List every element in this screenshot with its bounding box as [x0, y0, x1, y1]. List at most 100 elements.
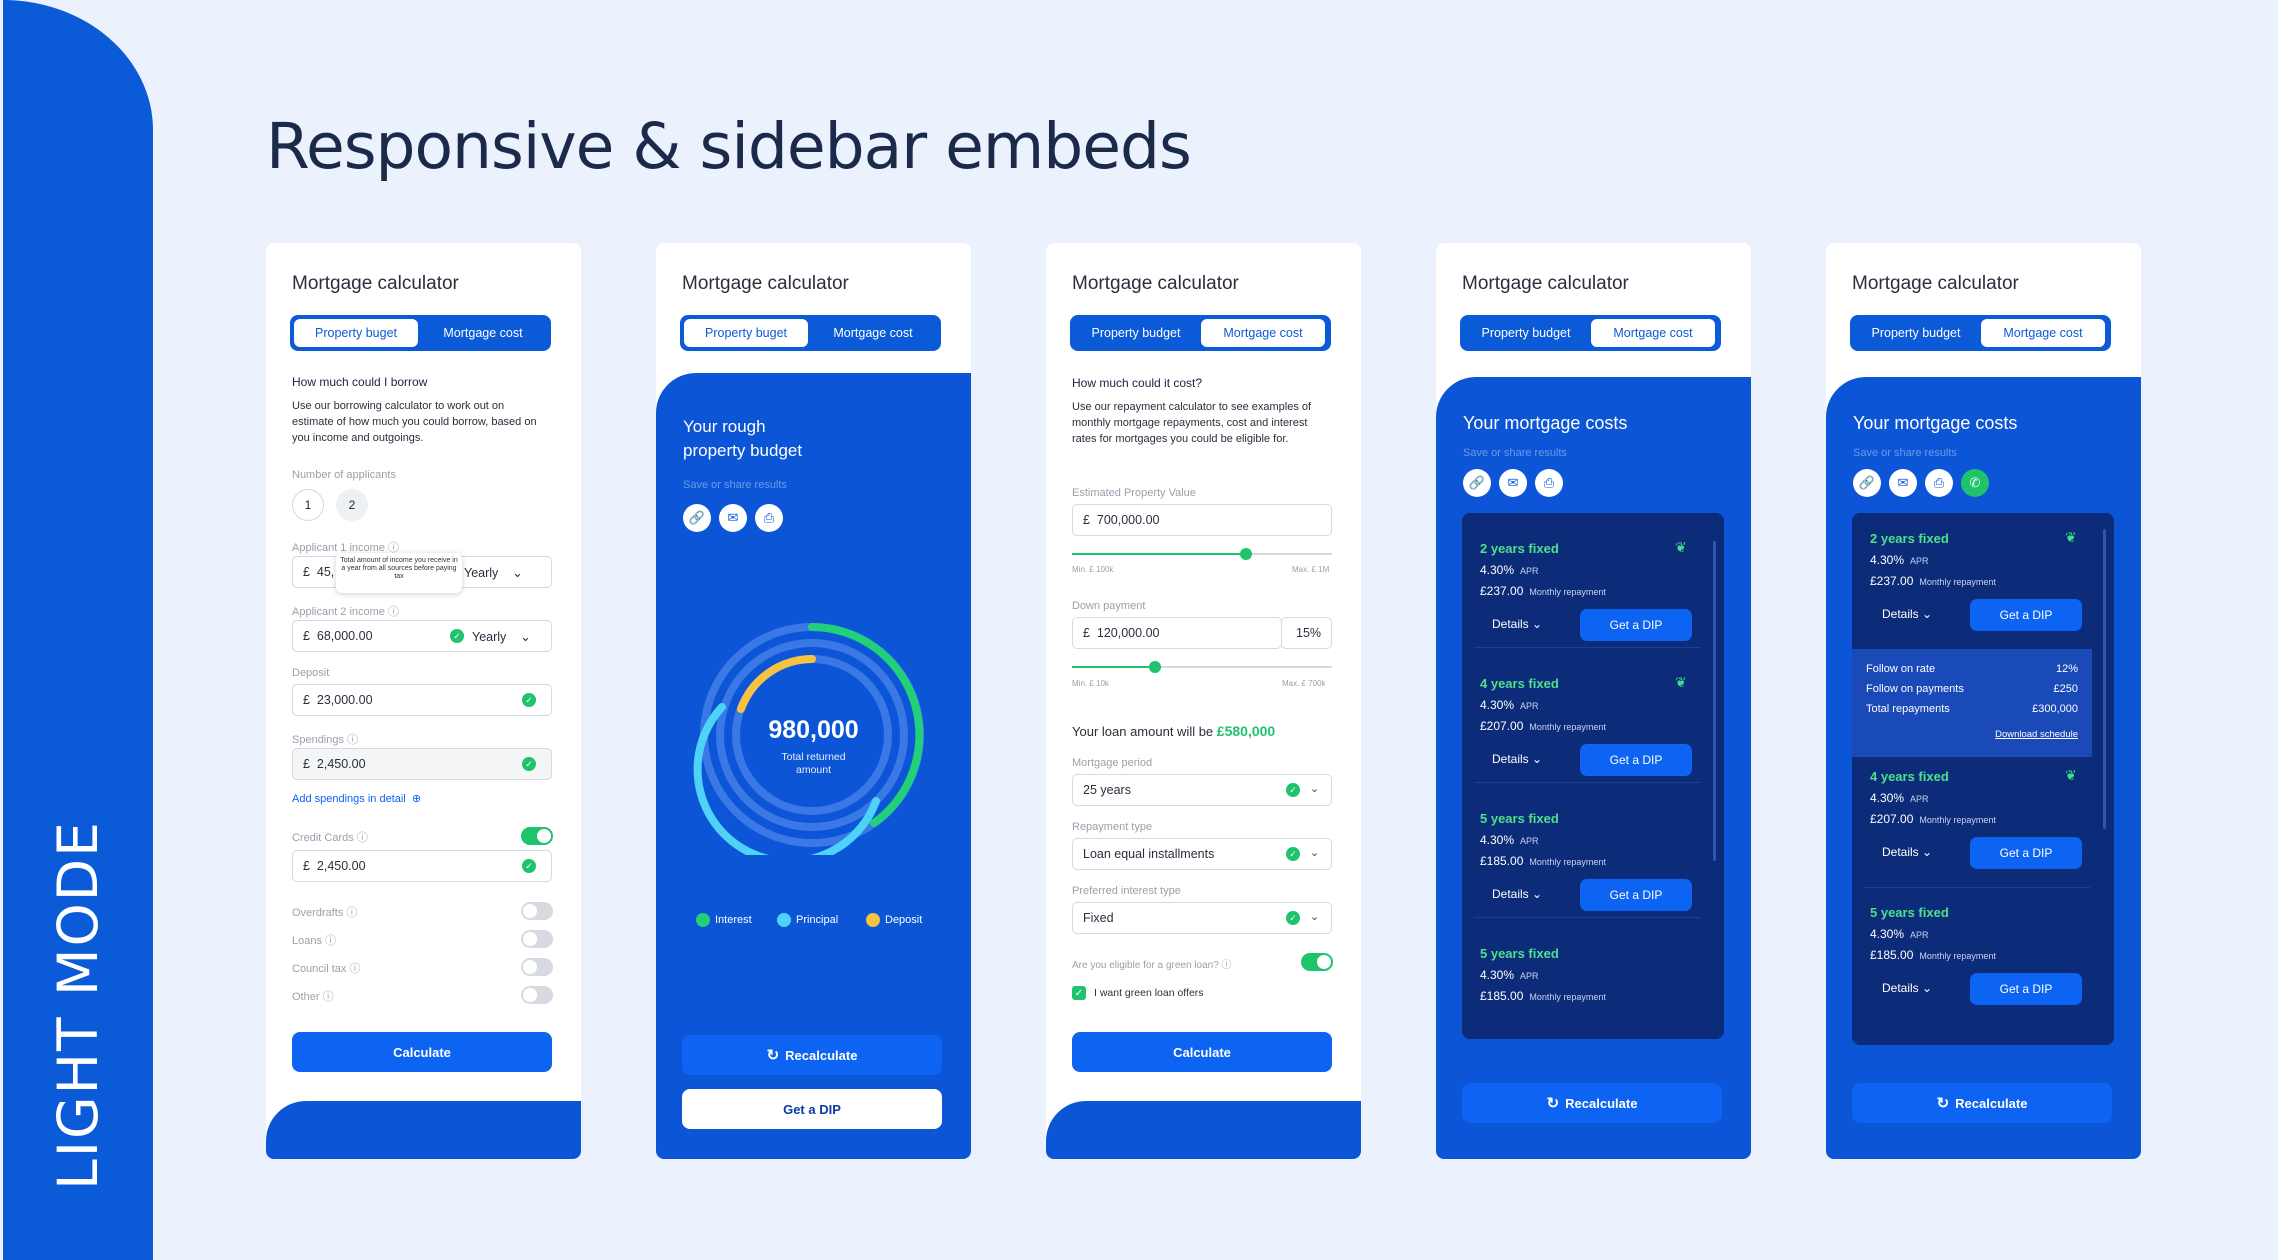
calculator-tabs: Property buget Mortgage cost [680, 315, 941, 351]
currency-symbol: £ [303, 565, 310, 579]
whatsapp-icon[interactable]: ✆ [1961, 469, 1989, 497]
link-icon[interactable]: 🔗 [1463, 469, 1491, 497]
total-repayments-label: Total repayments [1866, 703, 1950, 715]
council-tax-toggle[interactable] [521, 958, 553, 976]
offer-title: 2 years fixed [1870, 531, 1949, 546]
offer-monthly: £207.00 Monthly repayment [1870, 812, 1996, 826]
get-dip-button[interactable]: Get a DIP [1970, 599, 2082, 631]
overdrafts-toggle[interactable] [521, 902, 553, 920]
add-spendings-link[interactable]: Add spendings in detail ⊕ [292, 792, 421, 805]
mail-icon[interactable]: ✉ [719, 504, 747, 532]
recalculate-button[interactable]: ↻ Recalculate [1462, 1083, 1722, 1123]
get-dip-button[interactable]: Get a DIP [1970, 973, 2082, 1005]
tab-property-budget[interactable]: Property budget [1854, 319, 1978, 347]
tab-mortgage-cost[interactable]: Mortgage cost [421, 319, 545, 347]
valid-check-icon: ✓ [522, 757, 536, 771]
tab-mortgage-cost[interactable]: Mortgage cost [1981, 319, 2105, 347]
slider-min-label: Min. £ 10k [1072, 679, 1109, 688]
green-offers-checkbox[interactable]: ✓ [1072, 986, 1086, 1000]
offer-monthly: £237.00 Monthly repayment [1480, 584, 1606, 598]
get-dip-button[interactable]: Get a DIP [1970, 837, 2082, 869]
get-dip-button[interactable]: Get a DIP [1580, 879, 1692, 911]
details-toggle[interactable]: Details ⌄ [1492, 887, 1542, 901]
section-heading: How much could I borrow [292, 375, 428, 389]
tab-mortgage-cost[interactable]: Mortgage cost [811, 319, 935, 347]
recalculate-button[interactable]: ↻ Recalculate [682, 1035, 942, 1075]
offer-apr: 4.30% APR [1480, 698, 1539, 712]
tab-mortgage-cost[interactable]: Mortgage cost [1591, 319, 1715, 347]
calculate-button[interactable]: Calculate [292, 1032, 552, 1072]
offer-apr: 4.30% APR [1480, 968, 1539, 982]
get-dip-button[interactable]: Get a DIP [1580, 609, 1692, 641]
get-dip-button[interactable]: Get a DIP [1580, 744, 1692, 776]
legend-principal: Principal [777, 913, 838, 927]
slider-thumb[interactable] [1240, 548, 1252, 560]
offer-monthly: £237.00 Monthly repayment [1870, 574, 1996, 588]
offer-title: 5 years fixed [1870, 905, 1949, 920]
calculator-tabs: Property budget Mortgage cost [1850, 315, 2111, 351]
details-toggle[interactable]: Details ⌄ [1882, 607, 1932, 621]
tab-property-budget[interactable]: Property budget [1464, 319, 1588, 347]
green-loan-question: Are you eligible for a green loan? ⓘ [1072, 960, 1232, 971]
credit-cards-input[interactable]: £ 2,450.00 [292, 850, 552, 882]
decorative-wave [266, 1101, 581, 1159]
card-borrow-calculator: Mortgage calculator Property buget Mortg… [266, 243, 581, 1159]
credit-cards-toggle[interactable] [521, 827, 553, 845]
spendings-input[interactable]: £ 2,450.00 [292, 748, 552, 780]
total-repayments-value: £300,000 [2032, 703, 2078, 715]
details-toggle[interactable]: Details ⌄ [1882, 981, 1932, 995]
overdrafts-label: Overdrafts ⓘ [292, 907, 358, 919]
other-toggle[interactable] [521, 986, 553, 1004]
tab-property-budget[interactable]: Property budget [1074, 319, 1198, 347]
other-label: Other ⓘ [292, 991, 334, 1003]
details-toggle[interactable]: Details ⌄ [1882, 845, 1932, 859]
recalculate-button[interactable]: ↻ Recalculate [1852, 1083, 2112, 1123]
print-icon[interactable]: ⎙ [1925, 469, 1953, 497]
slider-fill [1072, 553, 1246, 555]
tab-mortgage-cost[interactable]: Mortgage cost [1201, 319, 1325, 347]
applicant1-frequency-select[interactable]: Yearly ⌄ [464, 565, 523, 580]
link-icon[interactable]: 🔗 [1853, 469, 1881, 497]
applicants-option-2[interactable]: 2 [336, 489, 368, 521]
calculate-button[interactable]: Calculate [1072, 1032, 1332, 1072]
info-icon: ⓘ [388, 606, 400, 618]
download-schedule-link[interactable]: Download schedule [1995, 729, 2078, 740]
results-panel: Your rough property budget Save or share… [656, 373, 971, 1159]
print-icon[interactable]: ⎙ [755, 504, 783, 532]
mail-icon[interactable]: ✉ [1889, 469, 1917, 497]
scrollbar[interactable] [1713, 541, 1716, 861]
print-icon[interactable]: ⎙ [1535, 469, 1563, 497]
down-payment-percent[interactable]: 15% [1281, 617, 1332, 649]
tab-property-budget[interactable]: Property buget [294, 319, 418, 347]
applicant2-frequency-select[interactable]: Yearly ⌄ [472, 629, 531, 644]
down-payment-input[interactable]: £ 120,000.00 [1072, 617, 1282, 649]
property-value-input[interactable]: £ 700,000.00 [1072, 504, 1332, 536]
scrollbar[interactable] [2103, 529, 2106, 829]
slider-thumb[interactable] [1149, 661, 1161, 673]
offer-apr: 4.30% APR [1870, 927, 1929, 941]
chevron-down-icon: ⌄ [1310, 783, 1320, 795]
link-icon[interactable]: 🔗 [683, 504, 711, 532]
details-toggle[interactable]: Details ⌄ [1492, 752, 1542, 766]
leaf-icon: ❦ [2065, 529, 2077, 545]
applicants-option-1[interactable]: 1 [292, 489, 324, 521]
deposit-input[interactable]: £ 23,000.00 [292, 684, 552, 716]
property-value-slider[interactable] [1072, 548, 1332, 560]
green-loan-toggle[interactable] [1301, 953, 1333, 971]
details-toggle[interactable]: Details ⌄ [1492, 617, 1542, 631]
property-value-label: Estimated Property Value [1072, 487, 1196, 499]
council-tax-label: Council tax ⓘ [292, 963, 361, 975]
follow-rate-label: Follow on rate [1866, 663, 1936, 675]
loans-toggle[interactable] [521, 930, 553, 948]
tab-property-budget[interactable]: Property buget [684, 319, 808, 347]
down-payment-slider[interactable] [1072, 661, 1332, 673]
results-title-line2: property budget [683, 441, 803, 460]
info-icon: ⓘ [347, 734, 359, 746]
mail-icon[interactable]: ✉ [1499, 469, 1527, 497]
valid-check-icon: ✓ [450, 629, 464, 643]
slider-max-label: Max. £ 700k [1282, 679, 1326, 688]
calculator-tabs: Property budget Mortgage cost [1070, 315, 1331, 351]
get-dip-button[interactable]: Get a DIP [682, 1089, 942, 1129]
save-share-label: Save or share results [683, 479, 787, 491]
card-cost-calculator: Mortgage calculator Property budget Mort… [1046, 243, 1361, 1159]
